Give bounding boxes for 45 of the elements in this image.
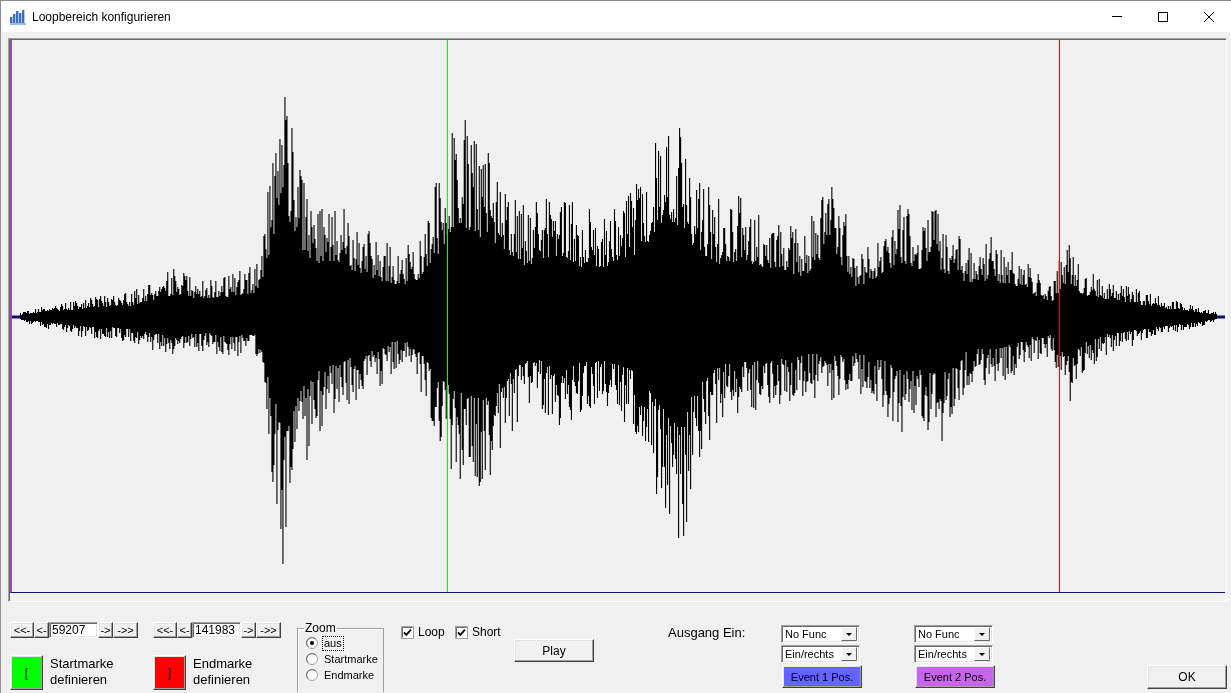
mode-dropdown[interactable]: Ein/rechts: [914, 645, 993, 663]
end-marker-line[interactable]: [1058, 40, 1060, 592]
jump-back-button[interactable]: <<-: [153, 622, 177, 638]
checkbox-label[interactable]: Short: [472, 626, 501, 639]
close-icon: [1204, 11, 1214, 22]
output-label: Ausgang Ein:: [668, 625, 747, 640]
checkbox[interactable]: [455, 626, 468, 639]
mode-dropdown[interactable]: Ein/rechts: [781, 645, 860, 663]
set-start-marker-button[interactable]: [: [10, 655, 43, 690]
ok-button[interactable]: OK: [1147, 665, 1227, 689]
set-end-marker-button[interactable]: ]: [153, 655, 186, 690]
window-title: Loopbereich konfigurieren: [32, 9, 171, 24]
play-button[interactable]: Play: [514, 639, 594, 662]
function-dropdown[interactable]: No Func: [914, 625, 993, 643]
event-button[interactable]: Event 2 Pos.: [915, 665, 995, 688]
caret-icon: [974, 627, 990, 641]
jump-forward-button[interactable]: ->>: [256, 622, 281, 638]
position-field[interactable]: 141983: [192, 622, 241, 638]
jump-forward-button[interactable]: ->>: [113, 622, 138, 638]
minimize-icon: [1112, 16, 1122, 17]
caret-icon: [841, 647, 857, 661]
set-marker-label: Startmarke definieren: [50, 656, 114, 688]
set-marker-label: Endmarke definieren: [193, 656, 253, 688]
group-title: Zoom: [304, 622, 337, 635]
function-dropdown[interactable]: No Func: [781, 625, 860, 643]
radio-button[interactable]: [306, 653, 318, 665]
radio-label[interactable]: aus: [323, 636, 343, 650]
checkbox[interactable]: [401, 626, 414, 639]
event-button[interactable]: Event 1 Pos.: [782, 665, 862, 688]
jump-back-button[interactable]: <<-: [10, 622, 34, 638]
radio-label[interactable]: Endmarke: [323, 668, 376, 682]
checkbox-label[interactable]: Loop: [418, 626, 445, 639]
radio-button[interactable]: [306, 637, 318, 649]
radio-button[interactable]: [306, 669, 318, 681]
bar-graph-icon: [10, 8, 26, 25]
step-forward-button[interactable]: ->: [98, 622, 113, 638]
step-back-button[interactable]: <-: [177, 622, 192, 638]
caret-icon: [841, 627, 857, 641]
start-marker-line[interactable]: [447, 40, 449, 592]
maximize-icon: [1158, 11, 1168, 22]
step-back-button[interactable]: <-: [34, 622, 49, 638]
radio-label[interactable]: Startmarke: [323, 652, 379, 666]
step-forward-button[interactable]: ->: [241, 622, 256, 638]
caret-icon: [974, 647, 990, 661]
position-field[interactable]: 59207: [49, 622, 98, 638]
